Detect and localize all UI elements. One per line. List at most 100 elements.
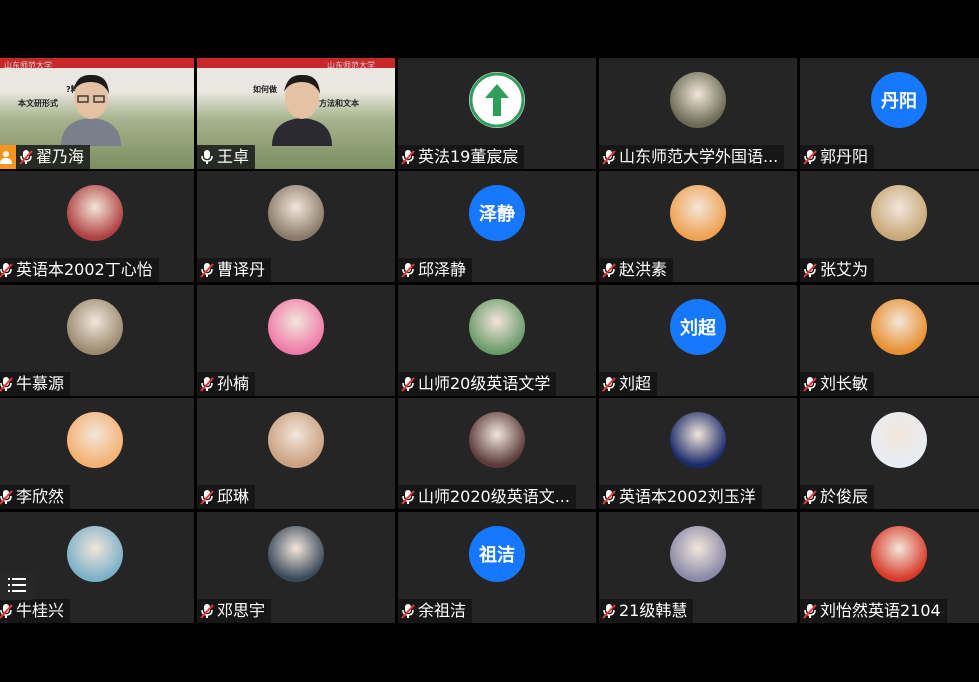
participant-tile[interactable]: 英法19董宸宸 [398, 58, 596, 169]
night-sky-avatar [670, 412, 726, 468]
flag-girl-avatar [871, 526, 927, 582]
tiger-avatar [871, 299, 927, 355]
mic-muted-icon [602, 490, 616, 505]
participant-tile[interactable]: 山东师范大学外国语... [599, 58, 797, 169]
speaker-person [272, 74, 332, 146]
name-tag: 赵洪素 [599, 258, 674, 282]
baby-avatar [268, 412, 324, 468]
cartoon-boy-avatar [469, 299, 525, 355]
participant-name: 英语本2002丁心怡 [16, 260, 153, 279]
name-tag: 张艾为 [800, 258, 875, 282]
mic-muted-icon [401, 263, 415, 278]
participant-tile[interactable]: 山东师范大学 如何做 方法和文本 王卓 [197, 58, 395, 169]
participant-tile[interactable]: 泽静 邱泽静 [398, 171, 596, 282]
participant-name: 21级韩慧 [619, 601, 688, 620]
wave-avatar [67, 526, 123, 582]
puppy-avatar [67, 185, 123, 241]
participant-list-button[interactable] [0, 570, 34, 600]
name-tag: 孙楠 [197, 372, 256, 396]
participant-tile[interactable]: 李欣然 [0, 398, 194, 509]
sunset-girl-avatar [670, 526, 726, 582]
name-tag: 牛桂兴 [0, 599, 71, 623]
participant-tile[interactable]: 牛桂兴 [0, 512, 194, 623]
name-tag: 王卓 [197, 145, 256, 169]
mic-muted-icon [401, 604, 415, 619]
participant-tile[interactable]: 邱琳 [197, 398, 395, 509]
mic-muted-icon [200, 263, 214, 278]
participant-tile[interactable]: 山师20级英语文学 [398, 285, 596, 396]
participant-name: 李欣然 [16, 487, 65, 506]
mic-muted-icon [803, 604, 817, 619]
participant-name: 英语本2002刘玉洋 [619, 487, 756, 506]
participant-name: 孙楠 [217, 374, 250, 393]
mic-icon [201, 150, 213, 164]
participant-name: 山师20级英语文学 [418, 374, 551, 393]
mic-muted-icon [602, 604, 616, 619]
participant-tile[interactable]: 山东师范大学?料揣本文研形式翟乃海 [0, 58, 194, 169]
name-tag: 山师20级英语文学 [398, 372, 557, 396]
participant-tile[interactable]: 刘长敏 [800, 285, 979, 396]
mic-muted-icon [0, 490, 13, 505]
bunny-avatar [67, 412, 123, 468]
participant-name: 牛慕源 [16, 374, 65, 393]
initials-avatar: 祖洁 [469, 526, 525, 582]
name-tag: 郭丹阳 [800, 145, 875, 169]
participant-tile[interactable]: 曹译丹 [197, 171, 395, 282]
participant-tile[interactable]: 刘怡然英语2104 [800, 512, 979, 623]
mic-muted-icon [803, 150, 817, 165]
participant-name: 张艾为 [820, 260, 869, 279]
slide-subtitle: 本文研形式 [18, 99, 58, 108]
name-tag: 牛慕源 [0, 372, 71, 396]
participant-name: 刘超 [619, 374, 652, 393]
participant-tile[interactable]: 邓思宇 [197, 512, 395, 623]
mic-muted-icon [803, 263, 817, 278]
participant-tile[interactable]: 孙楠 [197, 285, 395, 396]
participant-tile[interactable]: 英语本2002丁心怡 [0, 171, 194, 282]
participant-name: 邓思宇 [217, 601, 266, 620]
participant-name: 邱泽静 [418, 260, 467, 279]
woman-photo-avatar [670, 72, 726, 128]
participant-name: 刘长敏 [820, 374, 869, 393]
participant-tile[interactable]: 英语本2002刘玉洋 [599, 398, 797, 509]
singer-avatar [469, 412, 525, 468]
mic-muted-icon [803, 377, 817, 392]
name-tag: 邱琳 [197, 485, 256, 509]
speaker-person [61, 74, 121, 146]
mic-muted-icon [401, 150, 415, 165]
participant-tile[interactable]: 丹阳 郭丹阳 [800, 58, 979, 169]
participant-tile[interactable]: 山师2020级英语文... [398, 398, 596, 509]
participant-name: 郭丹阳 [820, 147, 869, 166]
participant-tile[interactable]: 於俊辰 [800, 398, 979, 509]
old-man-avatar [67, 299, 123, 355]
participant-name: 王卓 [217, 147, 250, 166]
participant-tile[interactable]: 刘超 刘超 [599, 285, 797, 396]
participant-name: 刘怡然英语2104 [820, 601, 941, 620]
participant-name: 山东师范大学外国语... [619, 147, 779, 166]
name-tag: 英法19董宸宸 [398, 145, 525, 169]
name-tag: 曹译丹 [197, 258, 272, 282]
mic-muted-icon [0, 263, 13, 278]
name-tag: 21级韩慧 [599, 599, 694, 623]
participant-name: 余祖洁 [418, 601, 467, 620]
cartoon-girl-avatar [670, 185, 726, 241]
participant-name: 牛桂兴 [16, 601, 65, 620]
initials-avatar: 泽静 [469, 185, 525, 241]
participant-grid: 山东师范大学?料揣本文研形式翟乃海山东师范大学如何做方法和文本王卓英法19董宸宸… [0, 58, 979, 624]
anime-avatar [268, 526, 324, 582]
participant-name: 英法19董宸宸 [418, 147, 519, 166]
mic-muted-icon [19, 150, 33, 165]
participant-tile[interactable]: 祖洁 余祖洁 [398, 512, 596, 623]
participant-tile[interactable]: 21级韩慧 [599, 512, 797, 623]
mic-muted-icon [803, 490, 817, 505]
participant-tile[interactable]: 赵洪素 [599, 171, 797, 282]
participant-tile[interactable]: 牛慕源 [0, 285, 194, 396]
name-tag: 李欣然 [0, 485, 71, 509]
name-tag: 山东师范大学外国语... [599, 145, 785, 169]
list-icon [8, 578, 26, 592]
mic-muted-icon [401, 377, 415, 392]
name-tag: 邓思宇 [197, 599, 272, 623]
participant-name: 於俊辰 [820, 487, 869, 506]
initials-avatar: 刘超 [670, 299, 726, 355]
participant-tile[interactable]: 张艾为 [800, 171, 979, 282]
name-tag: 刘长敏 [800, 372, 875, 396]
